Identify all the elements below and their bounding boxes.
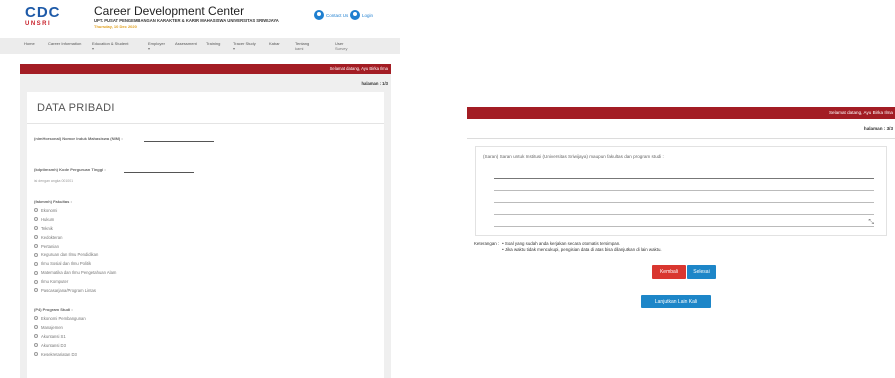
- radio-icon: [34, 261, 38, 266]
- nim-input[interactable]: [144, 141, 214, 142]
- current-date: Thursday, 10 Dec 2020: [94, 24, 137, 29]
- welcome-text: Selamat datang, Ayu Birka Ilma: [329, 66, 388, 71]
- radio-option[interactable]: Keguruan dan Ilmu Pendidikan: [34, 250, 116, 259]
- textarea-rule: [494, 202, 874, 203]
- questionnaire-page-3: Selamat datang, Ayu Birka Ilma halaman :…: [459, 98, 895, 320]
- welcome-text: Selamat datang, Ayu Birka Ilma: [828, 110, 893, 115]
- nav-assessment[interactable]: Assessment: [175, 41, 197, 46]
- nav-home[interactable]: Home: [24, 41, 35, 46]
- kode-pt-hint: isi dengan angka 001001: [34, 179, 74, 183]
- radio-icon: [34, 235, 38, 240]
- radio-icon: [34, 217, 38, 222]
- textarea-rule: [494, 226, 874, 227]
- chevron-down-icon: ▾: [233, 46, 236, 51]
- radio-option[interactable]: Kesekretariatan D3: [34, 350, 86, 359]
- radio-option[interactable]: Ekonomi Pembangunan: [34, 314, 86, 323]
- radio-icon: [34, 325, 38, 330]
- data-pribadi-card: DATA PRIBADI (nimHorsonal) Nomor Induk M…: [27, 92, 384, 378]
- site-title: Career Development Center: [94, 4, 245, 18]
- radio-icon: [34, 316, 38, 321]
- radio-option[interactable]: Pertanian: [34, 242, 116, 251]
- radio-option[interactable]: Pascasarjana/Program Lintas: [34, 286, 116, 295]
- kode-pt-label: (kdptimsmh) Kode Perguruan Tinggi :: [34, 167, 106, 172]
- keterangan-label: Keterangan :: [474, 241, 500, 246]
- cdc-logo[interactable]: CDC UNSRI: [25, 4, 61, 28]
- radio-option[interactable]: Akuntansi S1: [34, 332, 86, 341]
- site-header: CDC UNSRI Career Development Center UPT.…: [0, 0, 400, 38]
- continue-later-button[interactable]: Lanjutkan Lain Kali: [641, 295, 711, 308]
- questionnaire-panel: Selamat datang, Ayu Birka Ilma halaman :…: [20, 64, 391, 378]
- radio-option[interactable]: Ilmu Sosial dan Ilmu Politik: [34, 259, 116, 268]
- radio-icon: [34, 334, 38, 339]
- chevron-down-icon: ▾: [148, 46, 151, 51]
- radio-icon: [34, 244, 38, 248]
- questionnaire-page-1: CDC UNSRI Career Development Center UPT.…: [0, 0, 400, 378]
- nav-tracer-study[interactable]: Tracer Study ▾: [233, 41, 256, 51]
- nav-user-survey[interactable]: User Survey: [335, 41, 347, 51]
- prodi-label: (P4) Program Studi :: [34, 307, 73, 312]
- nav-education-student[interactable]: Education & Student ▾: [92, 41, 128, 51]
- welcome-bar: Selamat datang, Ayu Birka Ilma: [467, 107, 895, 119]
- divider: [467, 138, 895, 139]
- main-nav: Home Career Information Education & Stud…: [0, 38, 400, 54]
- radio-option[interactable]: Manajemen: [34, 323, 86, 332]
- section-title: DATA PRIBADI: [37, 102, 115, 114]
- radio-option[interactable]: Teknik: [34, 224, 116, 233]
- radio-icon: [34, 208, 38, 213]
- page-indicator: halaman : 1/3: [361, 81, 388, 86]
- radio-icon: [34, 352, 38, 356]
- nim-label: (nimHorsonal) Nomor Induk Mahasiswa (NIM…: [34, 136, 123, 141]
- radio-option[interactable]: Kedokteran: [34, 233, 116, 242]
- radio-icon: [34, 279, 38, 284]
- feedback-label: (Saran) Saran untuk Institusi (Universit…: [483, 154, 664, 159]
- site-subtitle: UPT. PUSAT PENGEMBANGAN KARAKTER & KARIR…: [94, 18, 279, 23]
- radio-icon: [34, 288, 38, 293]
- kode-pt-input[interactable]: [124, 172, 194, 173]
- textarea-rule: [494, 214, 874, 215]
- keterangan-notes: Keterangan : Soal yang sudah anda kerjak…: [474, 241, 662, 253]
- fakultas-radio-group: Ekonomi Hukum Teknik Kedokteran Pertania…: [34, 206, 116, 295]
- user-icon: [350, 10, 360, 20]
- radio-icon: [34, 252, 38, 257]
- fakultas-label: (fakmmh) Fakultas :: [34, 199, 72, 204]
- radio-option[interactable]: Matematika dan Ilmu Pengetahuan Alam: [34, 268, 116, 277]
- nav-career-information[interactable]: Career Information: [48, 41, 81, 46]
- nav-tentang-kami[interactable]: Tentang kami: [295, 41, 309, 51]
- feedback-textarea[interactable]: ⤡: [494, 178, 874, 227]
- resize-handle-icon[interactable]: ⤡: [868, 219, 874, 226]
- page-indicator: halaman : 3/3: [863, 126, 893, 131]
- back-button[interactable]: Kembali: [652, 265, 686, 279]
- radio-icon: [34, 270, 38, 275]
- radio-option[interactable]: Ekonomi: [34, 206, 116, 215]
- chevron-down-icon: ▾: [92, 46, 95, 51]
- textarea-rule: [494, 190, 874, 191]
- radio-icon: [34, 343, 38, 348]
- feedback-card: (Saran) Saran untuk Institusi (Universit…: [475, 146, 887, 236]
- contact-us-label: Contact Us: [326, 12, 349, 18]
- radio-icon: [34, 226, 38, 231]
- nav-training[interactable]: Training: [206, 41, 220, 46]
- nav-kabar[interactable]: Kabar: [269, 41, 280, 46]
- phone-icon: [314, 10, 324, 20]
- logo-subtext: UNSRI: [25, 21, 52, 27]
- prodi-radio-group: Ekonomi Pembangunan Manajemen Akuntansi …: [34, 314, 86, 358]
- login-button[interactable]: Login: [350, 10, 373, 20]
- finish-button[interactable]: Selesai: [687, 265, 716, 279]
- divider: [27, 123, 384, 124]
- nav-employer[interactable]: Employer ▾: [148, 41, 165, 51]
- note-item: Jika waktu tidak mencukupi, pengisian da…: [502, 247, 662, 253]
- contact-us-button[interactable]: Contact Us: [314, 10, 348, 20]
- login-label: Login: [362, 12, 374, 18]
- radio-option[interactable]: Hukum: [34, 215, 116, 224]
- radio-option[interactable]: Akuntansi D3: [34, 341, 86, 350]
- logo-text: CDC: [25, 4, 61, 21]
- radio-option[interactable]: Ilmu Komputer: [34, 277, 116, 286]
- welcome-bar: Selamat datang, Ayu Birka Ilma: [20, 64, 391, 74]
